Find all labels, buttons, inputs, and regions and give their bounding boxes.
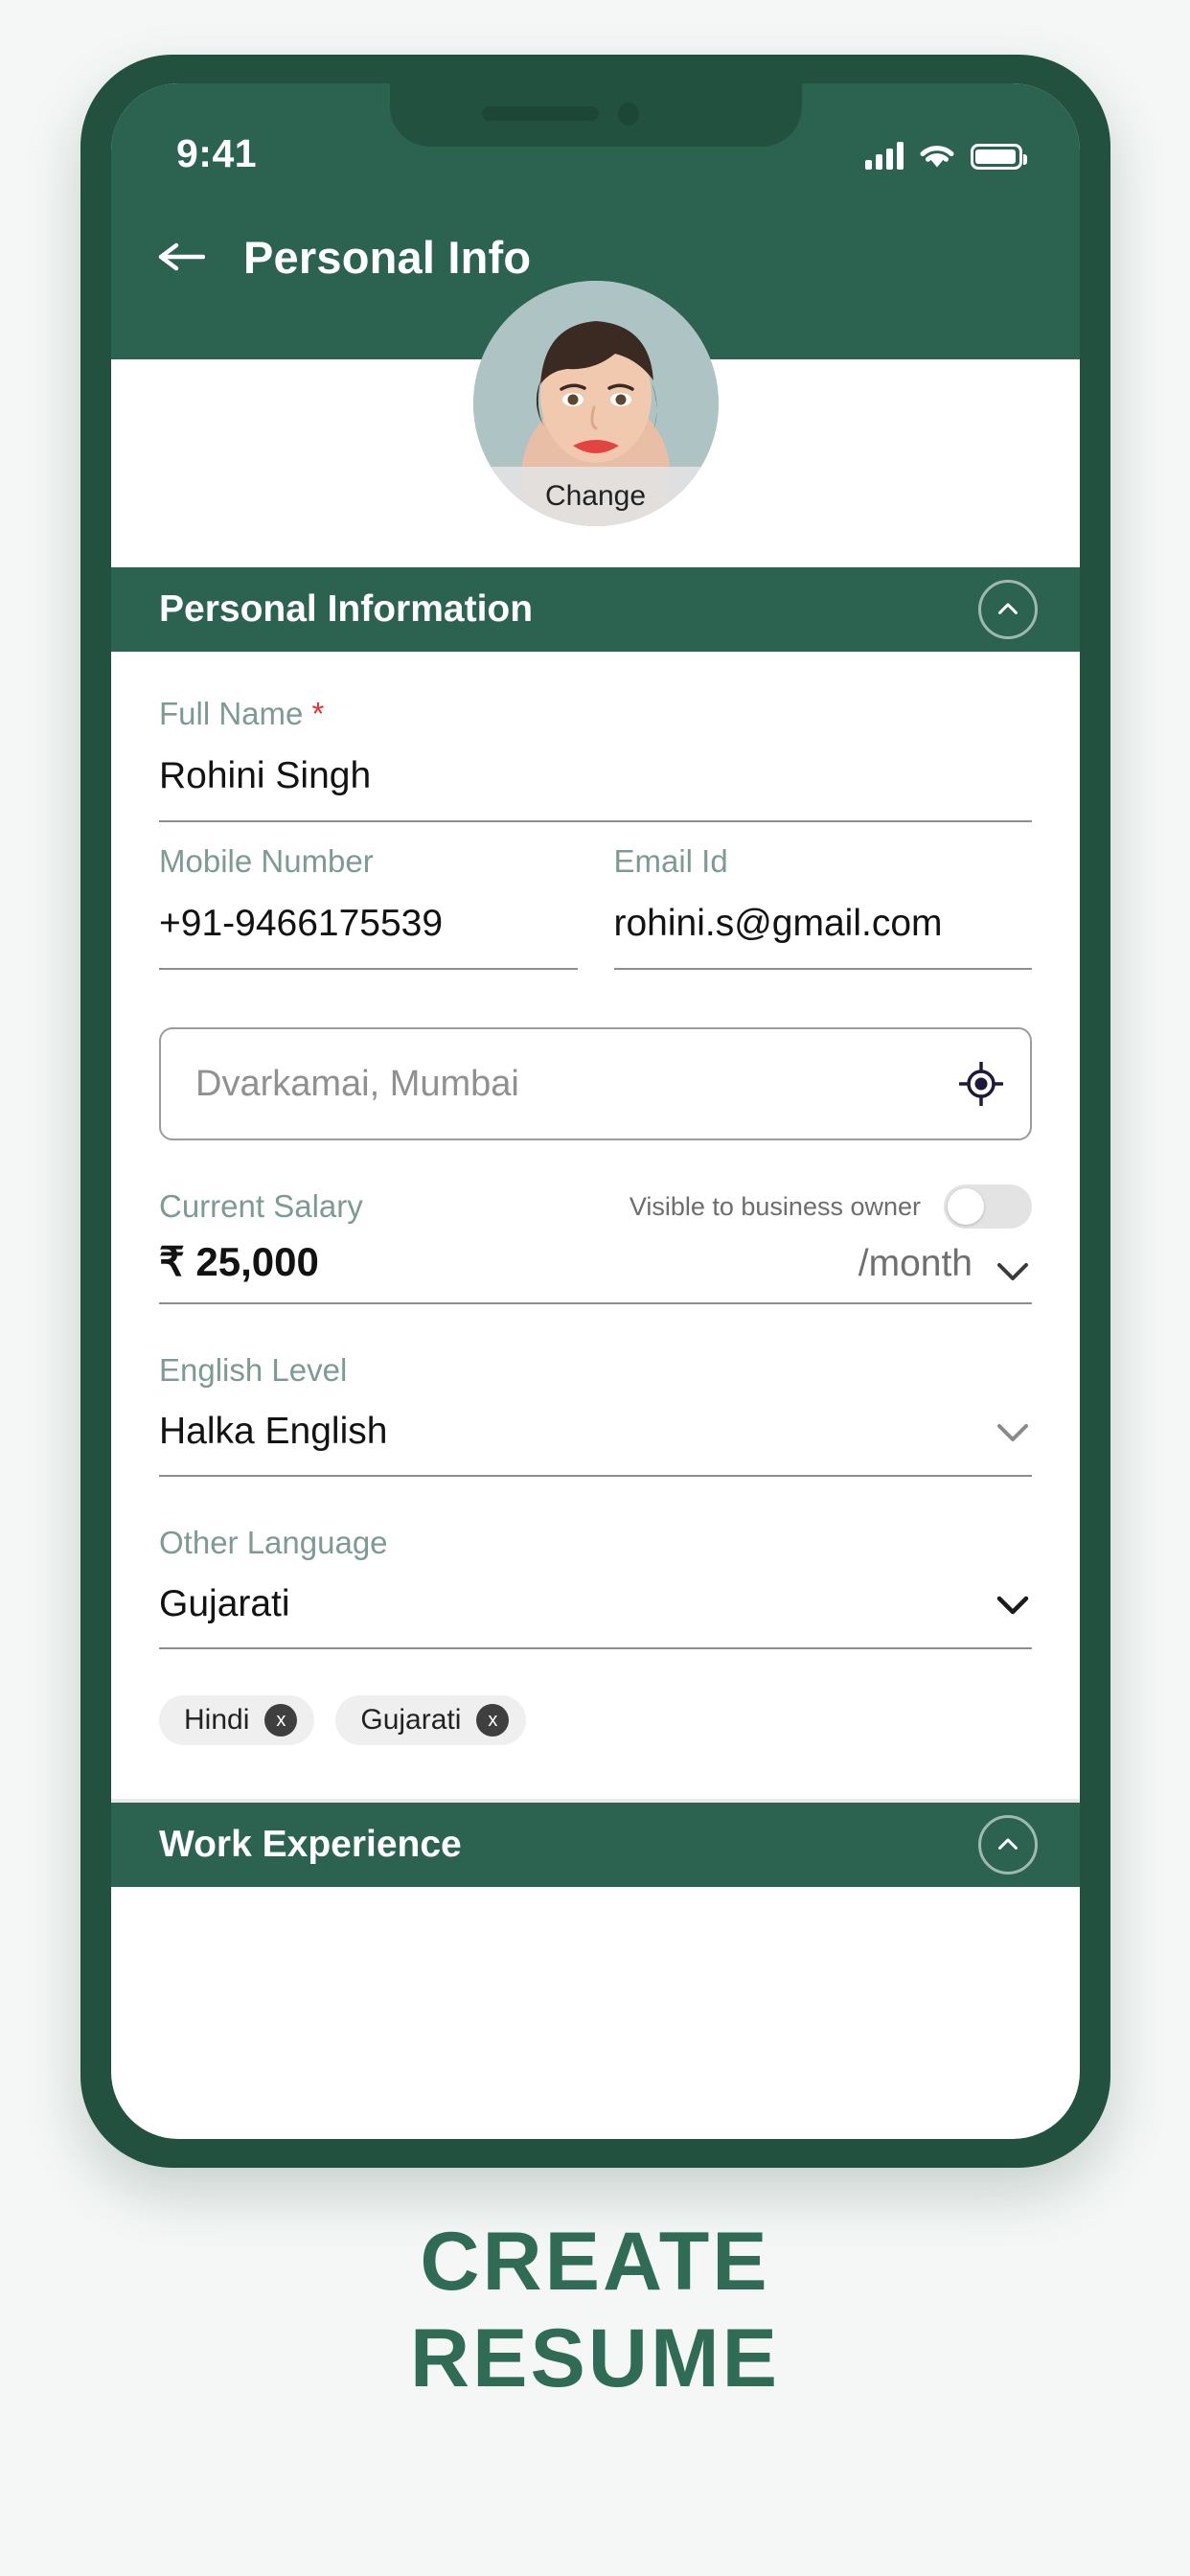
wifi-icon xyxy=(919,141,955,170)
field-other-language: Other Language Gujarati xyxy=(159,1519,1032,1650)
field-underline xyxy=(159,1301,1032,1304)
phone-notch xyxy=(389,83,802,147)
chevron-up-icon[interactable] xyxy=(978,1815,1038,1875)
location-placeholder: Dvarkamai, Mumbai xyxy=(195,1063,519,1104)
field-underline xyxy=(613,968,1032,971)
gps-locate-icon[interactable] xyxy=(958,1061,1004,1108)
status-bar: 9:41 xyxy=(111,83,1080,198)
chevron-down-icon xyxy=(994,1593,1032,1618)
field-underline xyxy=(159,1474,1032,1477)
full-name-value[interactable]: Rohini Singh xyxy=(159,751,1032,821)
toggle-knob xyxy=(948,1188,984,1226)
phone-device-frame: 9:41 Personal Info Change Personal Infor… xyxy=(80,55,1110,2168)
email-id-label: Email Id xyxy=(613,843,728,880)
field-email-id: Email Id rohini.s@gmail.com xyxy=(613,838,1033,971)
other-language-label: Other Language xyxy=(159,1524,388,1560)
personal-information-form: Full Name * Rohini Singh Mobile Number +… xyxy=(111,652,1080,1800)
language-chip[interactable]: Hindi x xyxy=(159,1695,315,1746)
notch-speaker-icon xyxy=(481,106,599,121)
current-salary-label: Current Salary xyxy=(159,1188,363,1225)
location-input[interactable]: Dvarkamai, Mumbai xyxy=(159,1027,1032,1141)
field-english-level: English Level Halka English xyxy=(159,1346,1032,1477)
language-chip[interactable]: Gujarati x xyxy=(335,1695,527,1746)
current-salary-value[interactable]: ₹ 25,000 xyxy=(159,1238,319,1285)
screenshot-root: 9:41 Personal Info Change Personal Infor… xyxy=(0,0,1190,2576)
salary-unit-dropdown[interactable]: /month xyxy=(858,1243,1032,1285)
caption-line-1: CREATE xyxy=(420,2216,770,2308)
full-name-label: Full Name * xyxy=(159,696,325,731)
english-level-dropdown[interactable]: Halka English xyxy=(159,1407,1032,1475)
avatar-change-button[interactable]: Change xyxy=(472,467,719,526)
section-title: Personal Information xyxy=(159,588,534,630)
phone-screen: 9:41 Personal Info Change Personal Infor… xyxy=(111,83,1080,2139)
avatar[interactable]: Change xyxy=(472,281,719,526)
page-title: Personal Info xyxy=(243,231,532,283)
form-bottom-spacer xyxy=(159,1745,1032,1800)
caption-line-2: RESUME xyxy=(410,2312,780,2405)
chevron-up-icon[interactable] xyxy=(978,580,1038,639)
english-level-value: Halka English xyxy=(159,1411,388,1453)
chevron-down-icon xyxy=(994,1252,1032,1280)
back-arrow-icon[interactable] xyxy=(155,238,206,276)
language-chip-list: Hindi x Gujarati x xyxy=(159,1665,1032,1746)
salary-unit-value: /month xyxy=(858,1242,973,1284)
signal-bars-icon xyxy=(865,141,904,170)
english-level-label: English Level xyxy=(159,1351,348,1388)
chip-label: Hindi xyxy=(184,1704,250,1736)
visible-to-business-owner-toggle[interactable] xyxy=(944,1184,1032,1230)
other-language-dropdown[interactable]: Gujarati xyxy=(159,1579,1032,1647)
field-underline xyxy=(159,968,578,971)
status-bar-time: 9:41 xyxy=(176,131,258,175)
field-underline xyxy=(159,1647,1032,1650)
required-marker: * xyxy=(311,696,325,731)
notch-camera-icon xyxy=(617,103,639,126)
salary-visibility-control: Visible to business owner xyxy=(629,1184,1032,1230)
field-mobile-number: Mobile Number +91-9466175539 xyxy=(159,838,578,971)
salary-value-row: ₹ 25,000 /month xyxy=(159,1238,1032,1302)
chip-remove-icon[interactable]: x xyxy=(476,1704,510,1737)
other-language-value: Gujarati xyxy=(159,1583,290,1625)
avatar-band: Change xyxy=(111,281,1080,567)
visibility-toggle-label: Visible to business owner xyxy=(629,1191,921,1221)
field-full-name: Full Name * Rohini Singh xyxy=(159,690,1032,823)
section-header-personal-information[interactable]: Personal Information xyxy=(111,567,1080,652)
mobile-number-value[interactable]: +91-9466175539 xyxy=(159,899,578,969)
mobile-number-label: Mobile Number xyxy=(159,843,374,880)
section-header-work-experience[interactable]: Work Experience xyxy=(111,1803,1080,1888)
chevron-down-icon xyxy=(994,1420,1032,1445)
status-bar-icons xyxy=(865,135,1027,170)
chip-remove-icon[interactable]: x xyxy=(264,1704,298,1737)
field-current-salary: Current Salary Visible to business owner… xyxy=(159,1183,1032,1304)
field-underline xyxy=(159,820,1032,823)
contact-row: Mobile Number +91-9466175539 Email Id ro… xyxy=(159,838,1032,985)
chip-label: Gujarati xyxy=(360,1704,462,1736)
bottom-caption: CREATE RESUME xyxy=(0,2214,1190,2408)
section-title: Work Experience xyxy=(159,1824,462,1866)
battery-icon xyxy=(971,144,1027,170)
email-id-value[interactable]: rohini.s@gmail.com xyxy=(614,899,1033,969)
salary-header-row: Current Salary Visible to business owner xyxy=(159,1183,1032,1238)
